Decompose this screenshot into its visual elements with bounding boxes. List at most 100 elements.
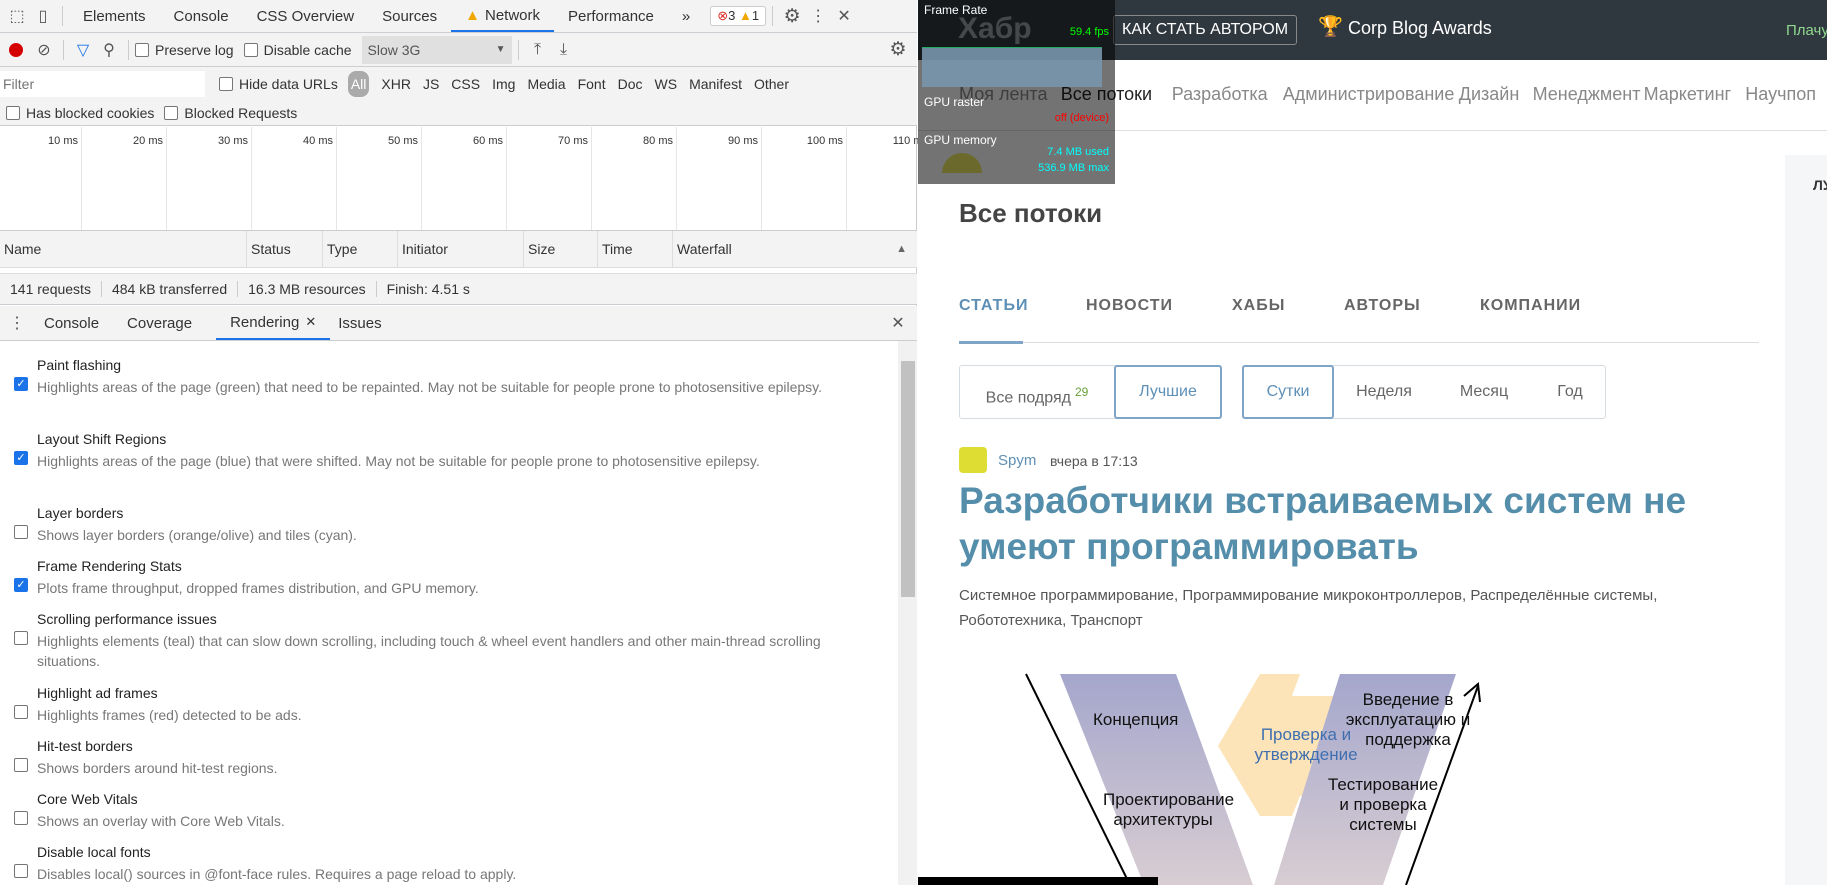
type-filter-media[interactable]: Media (527, 76, 565, 92)
disable-cache-checkbox[interactable]: Disable cache (243, 42, 352, 58)
author-link[interactable]: Spym (998, 452, 1036, 469)
rendering-option[interactable]: Core Web Vitals Shows an overlay with Co… (0, 791, 890, 834)
network-settings-icon[interactable]: ⚙ (885, 38, 911, 61)
drawer-tab-coverage[interactable]: Coverage (113, 306, 206, 340)
option-checkbox[interactable] (14, 525, 28, 539)
post-title[interactable]: Разработчики встраиваемых систем не умею… (959, 478, 1739, 570)
type-filter-manifest[interactable]: Manifest (689, 76, 742, 92)
scrollbar[interactable] (898, 341, 917, 885)
type-filter-doc[interactable]: Doc (618, 76, 643, 92)
rendering-option[interactable]: Hit-test borders Shows borders around hi… (0, 738, 890, 781)
type-filter-font[interactable]: Font (578, 76, 606, 92)
nav-item[interactable]: Дизайн (1459, 84, 1520, 105)
content-tab[interactable]: КОМПАНИИ (1480, 297, 1581, 315)
rendering-option[interactable]: Scrolling performance issues Highlights … (0, 611, 890, 675)
nav-item[interactable]: Менеджмент (1533, 84, 1641, 105)
type-filter-js[interactable]: JS (423, 76, 439, 92)
type-filter-other[interactable]: Other (754, 76, 789, 92)
option-checkbox[interactable] (14, 811, 28, 825)
inspect-element-icon[interactable]: ⬚ (4, 6, 30, 26)
filter-input[interactable] (0, 71, 205, 97)
option-checkbox[interactable] (14, 758, 28, 772)
throttle-select[interactable]: Slow 3G ▼ (361, 35, 512, 64)
column-status[interactable]: Status (247, 231, 323, 268)
tab-sources[interactable]: Sources (368, 0, 451, 32)
option-checkbox[interactable]: ✓ (14, 578, 28, 592)
option-checkbox[interactable]: ✓ (14, 377, 28, 391)
close-drawer-icon[interactable]: ✕ (885, 313, 911, 333)
type-filter-ws[interactable]: WS (655, 76, 678, 92)
filter-best[interactable]: Лучшие (1114, 365, 1222, 419)
preserve-log-checkbox[interactable]: Preserve log (135, 42, 234, 58)
option-checkbox[interactable] (14, 705, 28, 719)
period-year[interactable]: Год (1534, 366, 1606, 418)
column-name[interactable]: Name (0, 231, 247, 268)
drawer-tab-console[interactable]: Console (30, 306, 113, 340)
option-checkbox[interactable]: ✓ (14, 451, 28, 465)
type-filter-img[interactable]: Img (492, 76, 515, 92)
tab-performance[interactable]: Performance (554, 0, 668, 32)
drawer-tab-rendering[interactable]: Rendering ✕ (216, 306, 331, 340)
become-author-button[interactable]: КАК СТАТЬ АВТОРОМ (1113, 15, 1298, 45)
close-icon[interactable]: ✕ (831, 6, 857, 26)
issues-counter[interactable]: ⊗3 ▲1 (710, 6, 767, 26)
export-har-icon[interactable]: ⤓ (551, 41, 577, 59)
tab-network[interactable]: ▲ Network (451, 0, 555, 32)
column-time[interactable]: Time (598, 231, 673, 268)
author-avatar[interactable] (959, 447, 987, 473)
period-day[interactable]: Сутки (1242, 365, 1334, 419)
tab-css-overview[interactable]: CSS Overview (243, 0, 369, 32)
nav-item[interactable]: Администрирование (1283, 84, 1455, 105)
period-month[interactable]: Месяц (1434, 366, 1534, 418)
type-filter-all[interactable]: All (347, 71, 370, 97)
scrollbar-thumb[interactable] (901, 361, 915, 597)
header-right-link[interactable]: Плачу (1786, 22, 1827, 39)
post-hubs[interactable]: Системное программирование, Программиров… (959, 583, 1739, 633)
settings-icon[interactable]: ⚙ (779, 5, 805, 28)
column-waterfall[interactable]: Waterfall ▲ (673, 231, 917, 268)
option-checkbox[interactable] (14, 631, 28, 645)
habr-logo[interactable]: Хабр (958, 14, 1032, 44)
drawer-menu-icon[interactable]: ⋮ (4, 313, 30, 333)
blocked-requests-checkbox[interactable]: Blocked Requests (164, 105, 297, 121)
corp-blog-awards-link[interactable]: Corp Blog Awards (1348, 18, 1492, 39)
filter-icon[interactable]: ▽ (70, 40, 96, 60)
hide-data-urls-checkbox[interactable]: Hide data URLs (219, 76, 338, 92)
option-checkbox[interactable] (14, 864, 28, 878)
timeline-overview[interactable]: 10 ms 20 ms 30 ms 40 ms 50 ms 60 ms 70 ms 80 ms… (0, 127, 932, 231)
nav-item[interactable]: Все потоки (1061, 84, 1152, 105)
nav-item[interactable]: Научпоп (1745, 84, 1816, 105)
column-size[interactable]: Size (524, 231, 598, 268)
clear-icon[interactable]: ⊘ (31, 40, 57, 60)
content-tab[interactable]: СТАТЬИ (959, 297, 1028, 315)
rendering-option[interactable]: Disable local fonts Disables local() sou… (0, 844, 890, 885)
close-tab-icon[interactable]: ✕ (305, 314, 316, 330)
rendering-option[interactable]: Layer borders Shows layer borders (orang… (0, 505, 890, 548)
tab-console[interactable]: Console (160, 0, 243, 32)
rendering-option[interactable]: ✓ Frame Rendering Stats Plots frame thro… (0, 558, 890, 601)
filter-all[interactable]: Все подряд 29 (960, 366, 1114, 418)
rendering-option[interactable]: ✓ Paint flashing Highlights areas of the… (0, 357, 890, 421)
column-type[interactable]: Type (323, 231, 398, 268)
search-icon[interactable]: ⚲ (96, 40, 122, 60)
device-toolbar-icon[interactable]: ▯ (30, 6, 56, 26)
content-tab[interactable]: АВТОРЫ (1344, 297, 1421, 315)
rendering-option[interactable]: ✓ Layout Shift Regions Highlights areas … (0, 431, 890, 495)
more-options-icon[interactable]: ⋮ (805, 6, 831, 26)
rendering-option[interactable]: Highlight ad frames Highlights frames (r… (0, 685, 890, 728)
drawer-tab-issues[interactable]: Issues (330, 306, 395, 340)
record-button[interactable] (9, 42, 23, 57)
content-tab[interactable]: ХАБЫ (1232, 297, 1285, 315)
period-week[interactable]: Неделя (1334, 366, 1434, 418)
has-blocked-cookies-checkbox[interactable]: Has blocked cookies (6, 105, 154, 121)
more-tabs-button[interactable]: » (668, 0, 704, 32)
nav-item[interactable]: Моя лента (959, 84, 1047, 105)
type-filter-xhr[interactable]: XHR (381, 76, 411, 92)
nav-item[interactable]: Маркетинг (1644, 84, 1732, 105)
type-filter-css[interactable]: CSS (451, 76, 480, 92)
tab-elements[interactable]: Elements (69, 0, 160, 32)
column-initiator[interactable]: Initiator (398, 231, 524, 268)
nav-item[interactable]: Разработка (1172, 84, 1268, 105)
content-tab[interactable]: НОВОСТИ (1086, 297, 1173, 315)
import-har-icon[interactable]: ⤒ (525, 41, 551, 59)
